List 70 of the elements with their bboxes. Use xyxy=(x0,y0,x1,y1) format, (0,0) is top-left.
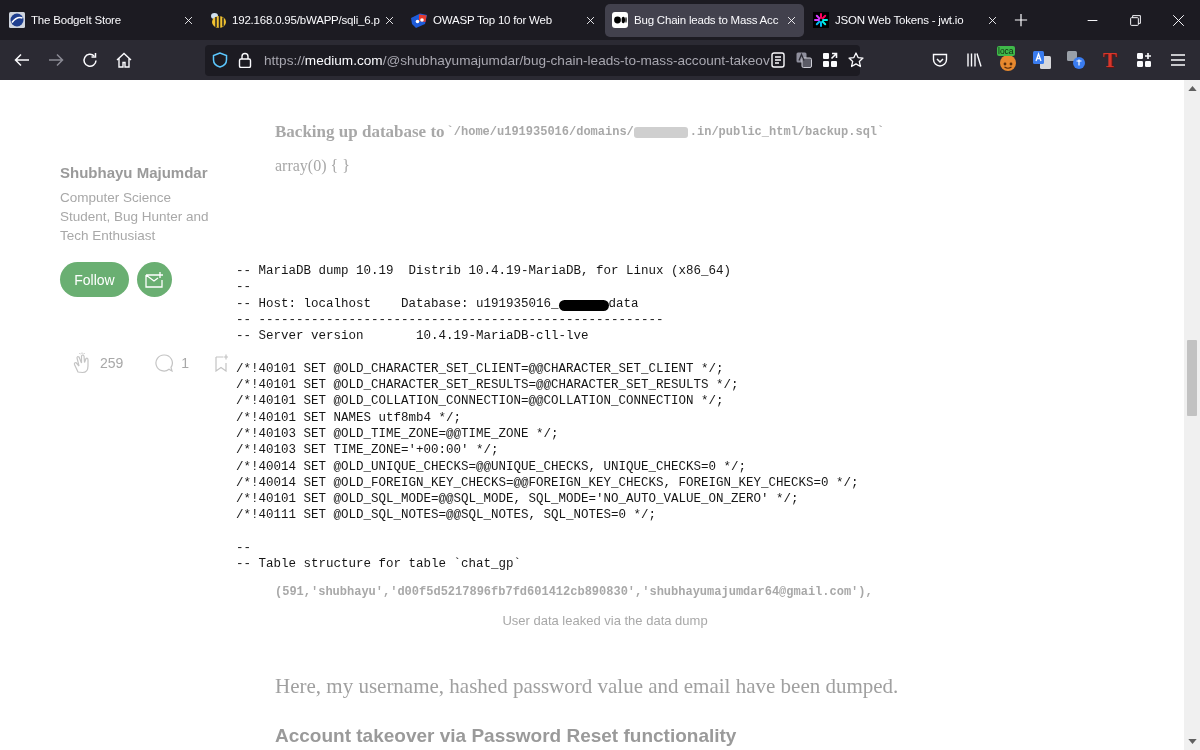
restore-icon[interactable] xyxy=(1129,13,1142,27)
translate-icon[interactable] xyxy=(1067,51,1085,69)
translate-icon[interactable] xyxy=(795,52,812,68)
burst-favicon-icon xyxy=(813,12,829,28)
code-line: /*!40111 SET @OLD_SQL_NOTES=@@SQL_NOTES, SQL_NOTES=0 */; xyxy=(236,507,658,524)
code-line: /*!40101 SET @OLD_COLLATION_CONNECTION=@@COLLATION_CONNECTION */; xyxy=(236,393,725,410)
close-tab-icon[interactable] xyxy=(987,14,998,26)
reload-icon[interactable] xyxy=(82,52,98,68)
globe-favicon-icon xyxy=(9,12,25,28)
back-arrow-icon[interactable] xyxy=(14,52,30,68)
browser-tab[interactable]: The BodgeIt Store xyxy=(2,3,201,37)
image-text: Backing up database to`/home/u191935016/domains/ .in/public_html/backup.sql` xyxy=(275,121,886,143)
lock-icon[interactable] xyxy=(237,52,253,68)
redaction-mark xyxy=(558,299,609,311)
close-tab-icon[interactable] xyxy=(786,14,797,26)
scroll-up-arrow-icon[interactable] xyxy=(1187,86,1197,91)
clap-count: 259 xyxy=(100,355,124,371)
browser-tab[interactable]: Bug Chain leads to Mass Acc xyxy=(605,3,804,37)
new-tab-icon[interactable] xyxy=(1014,13,1028,27)
envelope-plus-icon xyxy=(144,270,165,289)
code-line: -- MariaDB dump 10.19 Distrib 10.4.19-MariaDB, for Linux (x86_64) xyxy=(236,263,733,280)
section-heading: Account takeover via Password Reset functionality xyxy=(275,724,738,748)
extensions-icon[interactable] xyxy=(1136,52,1152,68)
code-line: -- ------------------------------------------------------ xyxy=(236,311,665,329)
image-text: array(0) { } xyxy=(275,156,351,177)
redaction-mark xyxy=(633,126,688,138)
code-line: -- xyxy=(236,540,252,557)
library-icon[interactable] xyxy=(966,52,982,68)
bee-favicon-icon xyxy=(210,12,226,28)
pocket-icon[interactable] xyxy=(932,52,948,68)
face-icon xyxy=(999,55,1017,71)
code-line: /*!40101 SET NAMES utf8mb4 */; xyxy=(236,409,463,426)
scrollbar-thumb[interactable] xyxy=(1187,340,1197,416)
browser-tab[interactable]: 192.168.0.95/bWAPP/sqli_6.p xyxy=(203,3,402,37)
close-tab-icon[interactable] xyxy=(585,14,596,26)
menu-icon[interactable] xyxy=(1170,52,1186,68)
author-bio: Computer Science Student, Bug Hunter and Tech Enthusiast xyxy=(60,189,210,245)
code-line: /*!40101 SET @OLD_CHARACTER_SET_RESULTS=@@CHARACTER_SET_RESULTS */; xyxy=(236,377,740,394)
close-icon[interactable] xyxy=(1172,13,1185,27)
star-icon[interactable] xyxy=(847,52,864,68)
translate-icon[interactable] xyxy=(1033,51,1051,69)
dots-favicon-icon xyxy=(612,12,628,28)
grid-icon[interactable] xyxy=(821,52,838,68)
code-line: /*!40101 SET @OLD_SQL_MODE=@@SQL_MODE, SQL_MODE='NO_AUTO_VALUE_ON_ZERO' */; xyxy=(236,491,800,508)
code-line: /*!40103 SET @OLD_TIME_ZONE=@@TIME_ZONE */; xyxy=(236,425,560,443)
home-icon[interactable] xyxy=(116,52,132,68)
scroll-down-arrow-icon[interactable] xyxy=(1187,739,1197,744)
code-line: /*!40014 SET @OLD_FOREIGN_KEY_CHECKS=@@FOREIGN_KEY_CHECKS, FOREIGN_KEY_CHECKS=0 */; xyxy=(236,474,860,492)
code-text: -- Host: localhost Database: u191935016_ xyxy=(236,295,559,312)
code-line: -- xyxy=(236,279,252,296)
browser-tab[interactable]: OWASP Top 10 for Web xyxy=(404,3,603,37)
code-text: data xyxy=(608,295,639,312)
reader-view-icon[interactable] xyxy=(769,52,786,68)
tag-favicon-icon xyxy=(411,12,427,28)
image-caption: User data leaked via the data dump xyxy=(501,612,709,630)
code-line: /*!40103 SET TIME_ZONE='+00:00' */; xyxy=(236,442,500,459)
scrollbar-track[interactable] xyxy=(1184,80,1200,750)
subscribe-button[interactable] xyxy=(137,262,172,297)
image-text: (591,'shubhayu','d00f5d5217896fb7fd601412cb890830','shubhayumajumdar64@gmail.com'), xyxy=(275,584,874,600)
close-tab-icon[interactable] xyxy=(384,14,395,26)
article-paragraph: Here, my username, hashed password value and email have been dumped. xyxy=(275,673,900,700)
code-line: -- Server version 10.4.19-MariaDB-cll-lve xyxy=(236,328,590,345)
browser-tab[interactable]: JSON Web Tokens - jwt.io xyxy=(806,3,1005,37)
code-line: -- Table structure for table `chat_gp` xyxy=(236,556,523,573)
comment-count: 1 xyxy=(181,355,190,371)
close-tab-icon[interactable] xyxy=(183,14,194,26)
shield-icon[interactable] xyxy=(212,52,228,68)
code-line: /*!40014 SET @OLD_UNIQUE_CHECKS=@@UNIQUE_CHECKS, UNIQUE_CHECKS=0 */; xyxy=(236,458,748,475)
extension-button[interactable]: loca xyxy=(998,49,1018,71)
code-line: /*!40101 SET @OLD_CHARACTER_SET_CLIENT=@@CHARACTER_SET_CLIENT */; xyxy=(236,360,725,378)
